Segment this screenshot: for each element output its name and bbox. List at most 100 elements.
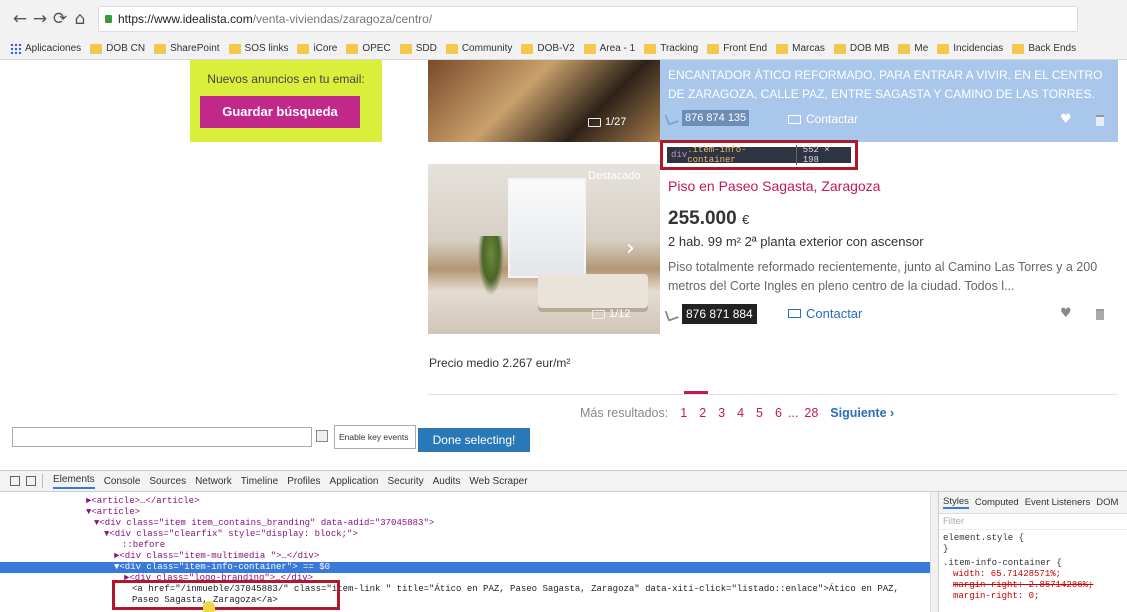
bookmark-folder[interactable]: Me	[898, 43, 928, 54]
dom-node[interactable]: ►<article>…</article>	[0, 496, 930, 507]
bookmark-folder[interactable]: Back Ends	[1012, 43, 1076, 54]
tab-timeline[interactable]: Timeline	[241, 476, 278, 487]
item-info-container: Piso en Paseo Sagasta, Zaragoza 255.000 …	[660, 164, 1118, 334]
styles-filter-input[interactable]: Filter	[939, 514, 1127, 530]
phone-button[interactable]: 876 871 884	[664, 304, 757, 324]
enable-key-events-label[interactable]: Enable key events	[334, 425, 416, 449]
bookmark-folder[interactable]: iCore	[297, 43, 337, 54]
address-bar[interactable]: https://www.idealista.com /venta-viviend…	[98, 6, 1078, 32]
listing-description[interactable]: ENCANTADOR ÁTICO REFORMADO, PARA ENTRAR …	[668, 66, 1116, 104]
listing-title[interactable]: Piso en Paseo Sagasta, Zaragoza	[668, 178, 880, 194]
favorite-heart-icon[interactable]: ♥	[1060, 306, 1072, 321]
chevron-right-icon[interactable]: ›	[626, 236, 635, 261]
separator	[42, 474, 43, 488]
tab-event-listeners[interactable]: Event Listeners	[1025, 497, 1090, 508]
bookmark-folder[interactable]: DOB-V2	[521, 43, 575, 54]
next-page-link[interactable]: Siguiente ›	[830, 406, 894, 420]
photo-window	[508, 178, 586, 278]
page-link[interactable]: 1	[680, 406, 687, 420]
page-link[interactable]: 28	[804, 406, 818, 420]
inspect-element-icon[interactable]	[10, 476, 20, 486]
back-icon[interactable]: ←	[10, 9, 30, 29]
folder-icon	[154, 43, 167, 54]
annotation-highlight-box	[112, 580, 340, 610]
trash-icon[interactable]	[1096, 309, 1104, 320]
bookmark-folder[interactable]: Incidencias	[937, 43, 1003, 54]
bookmark-folder[interactable]: SharePoint	[154, 43, 220, 54]
dom-node[interactable]: ▼<article>	[0, 507, 930, 518]
reload-icon[interactable]: ⟳	[50, 9, 70, 29]
selector-input[interactable]	[12, 427, 312, 447]
bookmark-folder[interactable]: DOB CN	[90, 43, 145, 54]
tooltip-size: 552 × 198	[795, 145, 847, 165]
photo-count: 1/27	[588, 116, 626, 128]
phone-button[interactable]: 876 874 135	[664, 110, 750, 126]
mouse-cursor-icon	[203, 601, 215, 612]
dom-node-selected[interactable]: ▼<div class="item-info-container"> == $0	[0, 562, 930, 573]
bookmark-folder[interactable]: Tracking	[644, 43, 698, 54]
folder-icon	[399, 43, 412, 54]
tab-sources[interactable]: Sources	[149, 476, 186, 487]
bookmarks-bar: Aplicaciones DOB CN SharePoint SOS links…	[0, 38, 1127, 60]
tab-profiles[interactable]: Profiles	[287, 476, 320, 487]
tab-dom[interactable]: DOM	[1096, 497, 1118, 508]
bookmark-folder[interactable]: OPEC	[346, 43, 391, 54]
bookmark-folder[interactable]: Community	[445, 43, 512, 54]
favorite-heart-icon[interactable]: ♥	[1060, 112, 1072, 127]
folder-icon	[644, 43, 657, 54]
tab-styles[interactable]: Styles	[943, 496, 969, 509]
styles-pane: Styles Computed Event Listeners DOM Filt…	[938, 492, 1127, 612]
photo-plant	[478, 236, 504, 296]
bookmark-apps[interactable]: Aplicaciones	[10, 43, 81, 54]
home-icon[interactable]: ⌂	[70, 9, 90, 29]
tab-security[interactable]: Security	[387, 476, 423, 487]
tab-console[interactable]: Console	[104, 476, 141, 487]
tab-network[interactable]: Network	[195, 476, 232, 487]
screen: ← → ⟳ ⌂ https://www.idealista.com /venta…	[0, 0, 1127, 612]
dom-node[interactable]: ▼<div class="item item_contains_branding…	[0, 518, 930, 529]
page-link[interactable]: 3	[718, 406, 725, 420]
bookmark-folder[interactable]: Front End	[707, 43, 767, 54]
bookmark-folder[interactable]: Area - 1	[583, 43, 635, 54]
tab-web-scraper[interactable]: Web Scraper	[469, 476, 527, 487]
tab-elements[interactable]: Elements	[53, 474, 95, 489]
page-viewport: Nuevos anuncios en tu email: Guardar bús…	[0, 60, 1127, 460]
save-search-button[interactable]: Guardar búsqueda	[200, 96, 360, 128]
dom-node[interactable]: ▼<div class="clearfix" style="display: b…	[0, 529, 930, 540]
contact-link[interactable]: Contactar	[788, 112, 858, 126]
featured-badge: Destacado	[588, 170, 641, 182]
bookmark-folder[interactable]: SOS links	[228, 43, 288, 54]
page-link[interactable]: 4	[737, 406, 744, 420]
phone-icon	[664, 306, 680, 322]
tab-computed[interactable]: Computed	[975, 497, 1019, 508]
dom-node[interactable]: ►<div class="item-multimedia ">…</div>	[0, 551, 930, 562]
page-link[interactable]: 2	[699, 406, 706, 420]
photo-sofa	[538, 274, 648, 308]
elements-scrollbar[interactable]	[930, 492, 938, 612]
folder-icon	[521, 43, 534, 54]
style-property[interactable]: margin-right: 0;	[939, 591, 1127, 602]
forward-icon[interactable]: →	[30, 9, 50, 29]
tab-application[interactable]: Application	[330, 476, 379, 487]
style-property[interactable]: width: 65.71428571%;	[939, 569, 1127, 580]
listing-photo[interactable]: 1/27	[428, 60, 660, 142]
tab-audits[interactable]: Audits	[433, 476, 461, 487]
folder-icon	[445, 43, 458, 54]
dom-pseudo-node[interactable]: ::before	[0, 540, 930, 551]
bookmark-folder[interactable]: DOB MB	[833, 43, 889, 54]
style-rule: .item-info-container {	[943, 558, 1062, 568]
done-selecting-button[interactable]: Done selecting!	[418, 428, 530, 452]
enable-key-events-checkbox[interactable]	[316, 430, 328, 442]
contact-link[interactable]: Contactar	[788, 306, 862, 321]
device-toolbar-icon[interactable]	[26, 476, 36, 486]
listing-description[interactable]: Piso totalmente reformado recientemente,…	[668, 258, 1108, 296]
style-property[interactable]: margin-right: 2.85714286%;	[939, 580, 1127, 591]
trash-icon[interactable]	[1096, 115, 1104, 126]
phone-icon	[664, 110, 680, 126]
page-link[interactable]: 6	[775, 406, 782, 420]
page-link[interactable]: 5	[756, 406, 763, 420]
devtools-tabbar: Elements Console Sources Network Timelin…	[0, 470, 1127, 492]
bookmark-folder[interactable]: SDD	[399, 43, 437, 54]
bookmark-folder[interactable]: Marcas	[776, 43, 825, 54]
folder-icon	[90, 43, 103, 54]
